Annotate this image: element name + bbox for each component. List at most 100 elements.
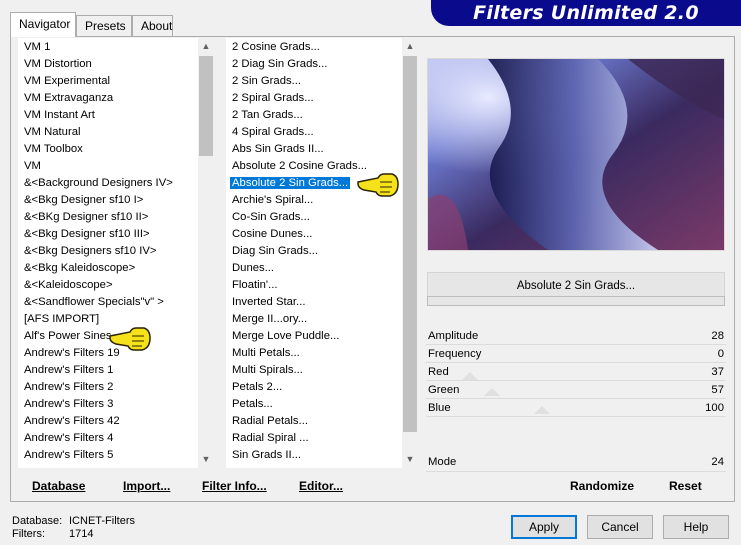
- category-item[interactable]: VM Toolbox: [22, 141, 85, 158]
- category-label: &<BKg Designer sf10 II>: [24, 211, 149, 223]
- filter-item[interactable]: Inverted Star...: [230, 294, 307, 311]
- filter-item[interactable]: 2 Diag Sin Grads...: [230, 56, 329, 73]
- category-scrollbar[interactable]: ▲ ▼: [198, 38, 214, 468]
- category-item[interactable]: &<Kaleidoscope>: [22, 277, 115, 294]
- param-label: Green: [428, 384, 460, 396]
- tab-presets[interactable]: Presets: [76, 15, 132, 36]
- category-label: Andrew's Filters 19: [24, 347, 120, 359]
- filter-info-button[interactable]: Filter Info...: [202, 479, 267, 493]
- category-item[interactable]: Andrew's Filters 2: [22, 379, 115, 396]
- scroll-down-icon[interactable]: ▼: [402, 451, 418, 468]
- filter-item[interactable]: 2 Spiral Grads...: [230, 90, 316, 107]
- filter-item[interactable]: Radial Petals...: [230, 413, 310, 430]
- category-item[interactable]: &<Bkg Kaleidoscope>: [22, 260, 137, 277]
- filter-label: Radial Spiral ...: [232, 432, 309, 444]
- category-item[interactable]: &<BKg Designer sf10 II>: [22, 209, 150, 226]
- category-item[interactable]: [AFS IMPORT]: [22, 311, 101, 328]
- filter-label: Petals...: [232, 398, 273, 410]
- scroll-up-icon[interactable]: ▲: [402, 38, 418, 55]
- category-label: Alf's Power Sines: [24, 330, 112, 342]
- filter-item[interactable]: 2 Sin Grads...: [230, 73, 303, 90]
- filter-item[interactable]: 2 Cosine Grads...: [230, 39, 322, 56]
- filter-scrollbar[interactable]: ▲ ▼: [402, 38, 418, 468]
- reset-button[interactable]: Reset: [669, 479, 702, 493]
- category-list[interactable]: VM 1 VM Distortion VM Experimental VM Extra…: [18, 38, 198, 468]
- param-row[interactable]: Frequency 0: [426, 345, 726, 363]
- param-row[interactable]: Green 57: [426, 381, 726, 399]
- slider-marker[interactable]: [462, 372, 478, 380]
- category-item[interactable]: &<Bkg Designer sf10 III>: [22, 226, 152, 243]
- scroll-thumb[interactable]: [403, 56, 417, 432]
- filter-label: Absolute 2 Sin Grads...: [230, 177, 351, 189]
- apply-button[interactable]: Apply: [511, 515, 577, 539]
- category-item[interactable]: Andrew's Filters 5: [22, 447, 115, 464]
- category-label: Andrew's Filters 1: [24, 364, 114, 376]
- filter-item[interactable]: 2 Tan Grads...: [230, 107, 305, 124]
- editor-button[interactable]: Editor...: [299, 479, 343, 493]
- database-button[interactable]: Database: [32, 479, 85, 493]
- filter-label: Abs Sin Grads II...: [232, 143, 324, 155]
- filter-label: Petals 2...: [232, 381, 283, 393]
- status-filters-value: 1714: [69, 528, 94, 540]
- category-label: &<Kaleidoscope>: [24, 279, 113, 291]
- param-label: Mode: [428, 456, 457, 468]
- category-label: VM Experimental: [24, 75, 111, 87]
- category-item[interactable]: Andrew's Filters 4: [22, 430, 115, 447]
- status-database-label: Database:: [12, 515, 63, 527]
- category-item[interactable]: VM 1: [22, 39, 52, 56]
- slider-marker[interactable]: [534, 406, 550, 414]
- filter-item[interactable]: Multi Spirals...: [230, 362, 305, 379]
- filter-item[interactable]: Radial Spiral ...: [230, 430, 311, 447]
- randomize-button[interactable]: Randomize: [570, 479, 634, 493]
- category-item[interactable]: VM Distortion: [22, 56, 94, 73]
- category-item[interactable]: &<Bkg Designers sf10 IV>: [22, 243, 159, 260]
- category-item[interactable]: &<Background Designers IV>: [22, 175, 175, 192]
- filter-item[interactable]: Floatin'...: [230, 277, 279, 294]
- filter-item[interactable]: Multi Petals...: [230, 345, 302, 362]
- filter-item[interactable]: Absolute 2 Cosine Grads...: [230, 158, 369, 175]
- slider-marker[interactable]: [484, 388, 500, 396]
- category-item[interactable]: VM Natural: [22, 124, 83, 141]
- cancel-button[interactable]: Cancel: [587, 515, 653, 539]
- filter-item[interactable]: Abs Sin Grads II...: [230, 141, 326, 158]
- help-button[interactable]: Help: [663, 515, 729, 539]
- param-row[interactable]: Blue 100: [426, 399, 726, 417]
- filter-item[interactable]: Dunes...: [230, 260, 276, 277]
- filter-item[interactable]: 4 Spiral Grads...: [230, 124, 316, 141]
- category-label: &<Bkg Designer sf10 I>: [24, 194, 144, 206]
- param-row[interactable]: Amplitude 28: [426, 327, 726, 345]
- filter-item[interactable]: Petals...: [230, 396, 275, 413]
- category-item[interactable]: &<Sandflower Specials"v" >: [22, 294, 166, 311]
- filter-item[interactable]: Absolute 2 Sin Grads...: [230, 175, 351, 192]
- preview-image: [428, 59, 724, 250]
- param-row-mode[interactable]: Mode 24: [426, 453, 726, 471]
- filter-item[interactable]: Cosine Dunes...: [230, 226, 314, 243]
- category-item[interactable]: Andrew's Filters 42: [22, 413, 122, 430]
- import-button[interactable]: Import...: [123, 479, 170, 493]
- filter-item[interactable]: Sin Grads II...: [230, 447, 303, 464]
- category-label: VM Natural: [24, 126, 81, 138]
- filter-item[interactable]: Diag Sin Grads...: [230, 243, 320, 260]
- category-item[interactable]: Andrew's Filters 19: [22, 345, 122, 362]
- tab-navigator[interactable]: Navigator: [10, 12, 76, 37]
- param-value: 57: [711, 384, 724, 396]
- scroll-up-icon[interactable]: ▲: [198, 38, 214, 55]
- category-item[interactable]: VM: [22, 158, 43, 175]
- filter-list[interactable]: 2 Cosine Grads... 2 Diag Sin Grads... 2 Si…: [226, 38, 402, 468]
- category-item[interactable]: Andrew's Filters 1: [22, 362, 115, 379]
- filter-item[interactable]: Co-Sin Grads...: [230, 209, 312, 226]
- category-item[interactable]: Alf's Power Sines: [22, 328, 114, 345]
- filter-label: 4 Spiral Grads...: [232, 126, 314, 138]
- category-item[interactable]: Andrew's Filters 3: [22, 396, 115, 413]
- scroll-thumb[interactable]: [199, 56, 213, 156]
- category-item[interactable]: &<Bkg Designer sf10 I>: [22, 192, 145, 209]
- filter-item[interactable]: Petals 2...: [230, 379, 284, 396]
- category-item[interactable]: VM Extravaganza: [22, 90, 115, 107]
- scroll-down-icon[interactable]: ▼: [198, 451, 214, 468]
- filter-item[interactable]: Merge II...ory...: [230, 311, 309, 328]
- tab-about[interactable]: About: [132, 15, 173, 36]
- category-item[interactable]: VM Instant Art: [22, 107, 97, 124]
- filter-item[interactable]: Merge Love Puddle...: [230, 328, 341, 345]
- category-item[interactable]: VM Experimental: [22, 73, 112, 90]
- filter-item[interactable]: Archie's Spiral...: [230, 192, 315, 209]
